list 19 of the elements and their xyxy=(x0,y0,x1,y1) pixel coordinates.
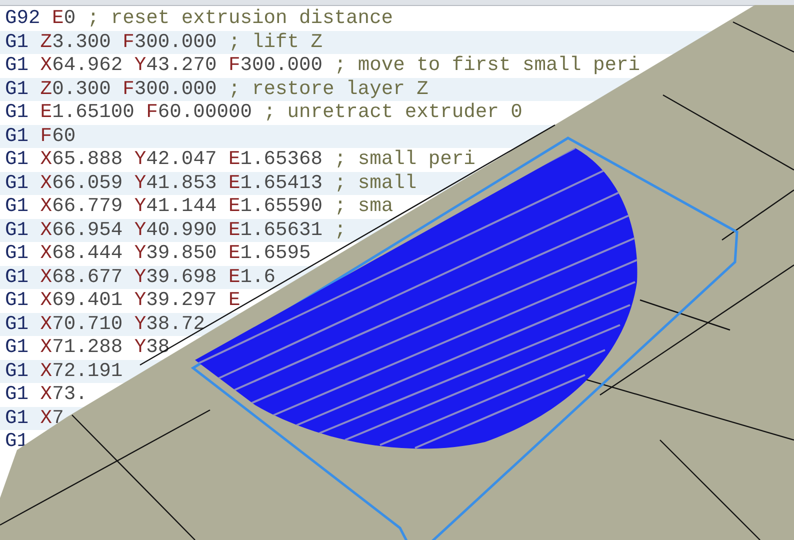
code-line: G1 X69.401 Y39.297 E xyxy=(5,289,240,311)
code-line: G1 X73. xyxy=(5,383,88,405)
code-line: G1 X66.779 Y41.144 E1.65590 ; sma xyxy=(5,195,394,217)
code-line: G1 X70.710 Y38.72 xyxy=(5,312,205,334)
code-line: G1 X66.954 Y40.990 E1.65631 ; xyxy=(5,218,346,240)
code-line: G1 F60 xyxy=(5,124,76,146)
code-line: G1 X68.444 Y39.850 E1.6595 xyxy=(5,242,311,264)
code-line: G1 X72.191 xyxy=(5,360,123,382)
code-line: G1 X71.288 Y38 xyxy=(5,336,170,358)
code-line: G1 X66.059 Y41.853 E1.65413 ; small xyxy=(5,172,417,194)
code-line: G1 X64.962 Y43.270 F300.000 ; move to first small peri xyxy=(5,54,640,76)
code-line: G1 X7 xyxy=(5,406,64,428)
code-line: G92 E0 ; reset extrusion distance xyxy=(5,7,394,29)
code-line: G1 X65.888 Y42.047 E1.65368 ; small peri xyxy=(5,148,476,170)
code-line: G1 E1.65100 F60.00000 ; unretract extruder 0 xyxy=(5,101,522,123)
code-line: G1 Z0.300 F300.000 ; restore layer Z xyxy=(5,78,428,100)
code-line: G1 xyxy=(5,430,29,452)
code-line: G1 X68.677 Y39.698 E1.6 xyxy=(5,266,276,288)
code-line: G1 Z3.300 F300.000 ; lift Z xyxy=(5,30,323,52)
